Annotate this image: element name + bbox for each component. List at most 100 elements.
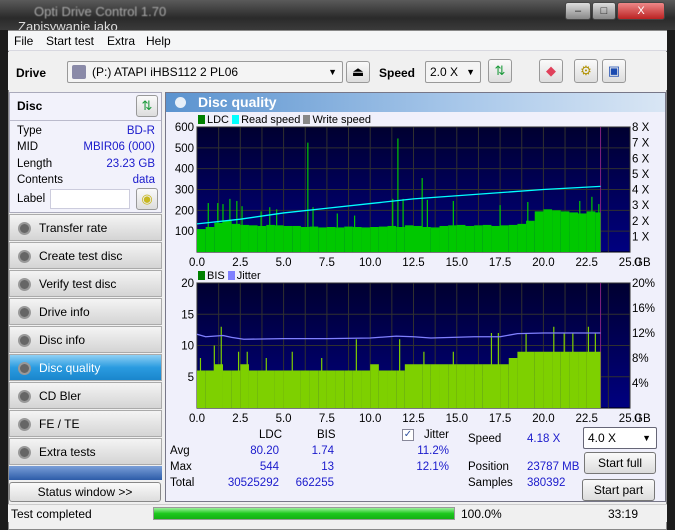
bis-bar [370,364,379,408]
x-tick-label: 5.0 [276,257,292,268]
bis-bar [205,370,215,408]
nav-transfer-rate[interactable]: Transfer rate [9,214,162,241]
bis-bar [292,370,301,408]
start-full-button[interactable]: Start full [584,452,656,474]
y2-tick-label: 6 X [632,153,650,165]
ldc-bar [387,225,397,252]
ldc-bar [309,226,319,252]
ldc-bar [248,225,258,252]
menu-help[interactable]: Help [146,34,171,48]
menu-start-test[interactable]: Start test [46,34,94,48]
y-tick-label: 5 [188,372,194,384]
ldc-bar [534,211,544,252]
x-tick-label: 15.0 [446,257,468,268]
eject-button[interactable]: ⏏ [346,61,370,83]
ldc-bar [569,212,579,252]
nav-create-test-disc[interactable]: Create test disc [9,242,162,269]
progress-bar [153,507,455,520]
jitter-checkbox[interactable]: ✓ [402,429,414,441]
bis-bar [300,370,310,408]
ldc-bar [586,211,596,252]
window-title: Opti Drive Control 1.70 [34,4,167,19]
bis-bar [266,370,275,408]
chevron-down-icon: ▼ [466,67,475,77]
ldc-bar [257,225,267,252]
ldc-bar [197,229,206,252]
menu-extra[interactable]: Extra [107,34,135,48]
ldc-bar [214,222,223,252]
x-tick-label: 15.0 [446,413,468,424]
elapsed-time: 33:19 [608,507,639,521]
ldc-bar [283,225,293,252]
nav-filler [9,466,162,480]
nav-disc-info[interactable]: Disc info [9,326,162,353]
close-button[interactable]: X [617,2,665,20]
nav-cd-bler[interactable]: CD Bler [9,382,162,409]
mid-value: MBIR06 (000) [83,141,155,153]
drive-select[interactable]: (P:) ATAPI iHBS112 2 PL06 ▼ [67,61,343,83]
x-tick-label: 12.5 [402,413,424,424]
bis-bar [456,364,466,408]
x-tick-label: 20.0 [532,257,554,268]
bis-bar [378,370,388,408]
bis-value: 662255 [295,477,334,489]
nav-label: Create test disc [39,249,123,263]
ldc-bar [491,225,501,252]
speed-value: 4.18 X [527,433,561,445]
y-tick-label: 300 [175,185,194,197]
ldc-bar [266,224,275,252]
save-button[interactable]: ▣ [602,59,626,83]
ldc-bar [552,210,561,252]
nav-label: Disc info [39,333,86,347]
bis-bar [517,351,527,408]
bis-bar [474,364,483,408]
refresh-button[interactable]: ⇅ [488,59,512,83]
status-window-button[interactable]: Status window >> [9,482,161,502]
maximize-button[interactable]: □ [592,2,616,20]
nav-label: CD Bler [39,389,82,403]
progress-fill [154,508,454,519]
x-tick-label: 22.5 [576,413,598,424]
start-part-button[interactable]: Start part [582,479,655,501]
bis-column-header: BIS [317,429,336,441]
label-input[interactable] [50,189,130,209]
bis-bar [465,364,475,408]
drive-label: Drive [16,66,47,80]
speed-select[interactable]: 2.0 X ▼ [425,61,481,83]
nav-label: FE / TE [39,417,80,431]
nav-disc-quality[interactable]: Disc quality [9,354,162,381]
disc-icon [18,306,31,319]
bis-value: 1.74 [311,445,334,457]
save-icon: ▣ [607,63,621,78]
panel-title: Disc quality [198,94,277,110]
x-tick-label: 17.5 [489,257,511,268]
y-tick-label: 100 [175,226,194,238]
y-tick-label: 10 [181,341,194,353]
disc-title: Disc [17,99,43,113]
nav-fe-te[interactable]: FE / TE [9,410,162,437]
ldc-bar [361,227,371,252]
bis-bar [396,370,405,408]
bis-bar [222,370,232,408]
nav-verify-test-disc[interactable]: Verify test disc [9,270,162,297]
minimize-button[interactable]: – [565,2,591,20]
bis-value: 13 [321,461,334,473]
bis-bar [448,364,457,408]
x-unit-label: GB [634,413,651,424]
jitter-value: 12.1% [416,461,449,473]
bis-bar [361,370,371,408]
ldc-bar [500,225,509,252]
bis-bar [326,370,336,408]
erase-button[interactable]: ◆ [539,59,563,83]
nav-extra-tests[interactable]: Extra tests [9,438,162,465]
menu-file[interactable]: File [14,34,33,48]
disc-label-button[interactable]: ◉ [136,188,158,210]
nav-drive-info[interactable]: Drive info [9,298,162,325]
x-unit-label: GB [634,257,651,268]
ldc-chart: 100 200 300 400 500 600 1 X 2 X 3 X 4 X 5 X 6 X 7 X 8… [175,122,651,268]
bis-bar [257,370,267,408]
settings-button[interactable]: ⚙ [574,59,598,83]
ldc-bar [231,223,241,252]
disc-refresh-button[interactable]: ⇅ [136,95,158,117]
test-speed-select[interactable]: 4.0 X ▼ [583,427,657,449]
